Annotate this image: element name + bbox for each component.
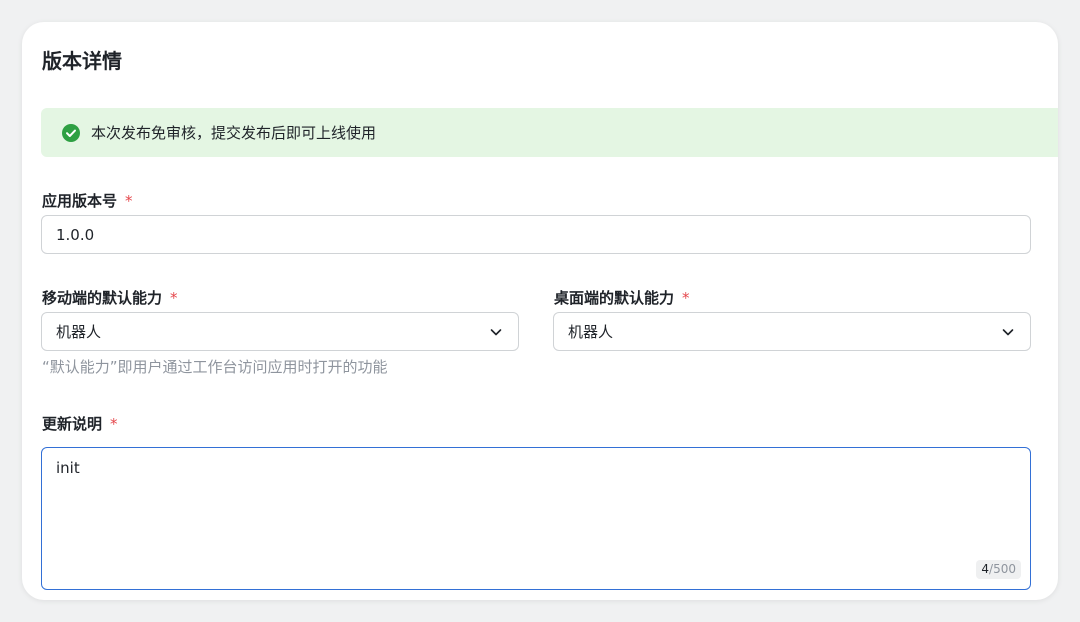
desktop-ability-select[interactable]: 机器人	[553, 312, 1031, 351]
desktop-ability-label-text: 桌面端的默认能力	[554, 289, 675, 307]
chevron-down-icon	[488, 324, 504, 340]
required-mark: *	[125, 192, 133, 210]
chevron-down-icon	[1000, 324, 1016, 340]
version-label-text: 应用版本号	[42, 192, 118, 210]
default-ability-helper-text: “默认能力”即用户通过工作台访问应用时打开的功能	[42, 358, 388, 376]
page-title: 版本详情	[42, 49, 122, 73]
mobile-ability-label-text: 移动端的默认能力	[42, 289, 163, 307]
desktop-ability-label: 桌面端的默认能力 *	[554, 288, 690, 308]
release-notes-textarea[interactable]: init 4/500	[41, 447, 1031, 590]
version-input-value: 1.0.0	[56, 225, 95, 244]
required-mark: *	[682, 289, 690, 307]
version-label: 应用版本号 *	[42, 191, 133, 211]
version-details-card: 版本详情 本次发布免审核，提交发布后即可上线使用 应用版本号 * 1.0.0 移动…	[22, 22, 1058, 600]
release-notes-label: 更新说明 *	[42, 414, 118, 434]
alert-text: 本次发布免审核，提交发布后即可上线使用	[91, 123, 377, 142]
character-count-max: /500	[989, 562, 1016, 576]
character-counter: 4/500	[976, 560, 1021, 579]
mobile-ability-select[interactable]: 机器人	[41, 312, 519, 351]
mobile-ability-value: 机器人	[56, 322, 102, 341]
release-notes-value: init	[56, 459, 80, 477]
character-count-current: 4	[981, 562, 990, 576]
required-mark: *	[110, 415, 118, 433]
check-circle-icon	[62, 123, 80, 142]
version-input[interactable]: 1.0.0	[41, 215, 1031, 254]
release-notes-label-text: 更新说明	[42, 415, 103, 433]
desktop-ability-value: 机器人	[568, 322, 614, 341]
review-exempt-alert: 本次发布免审核，提交发布后即可上线使用	[41, 108, 1058, 157]
required-mark: *	[170, 289, 178, 307]
mobile-ability-label: 移动端的默认能力 *	[42, 288, 178, 308]
